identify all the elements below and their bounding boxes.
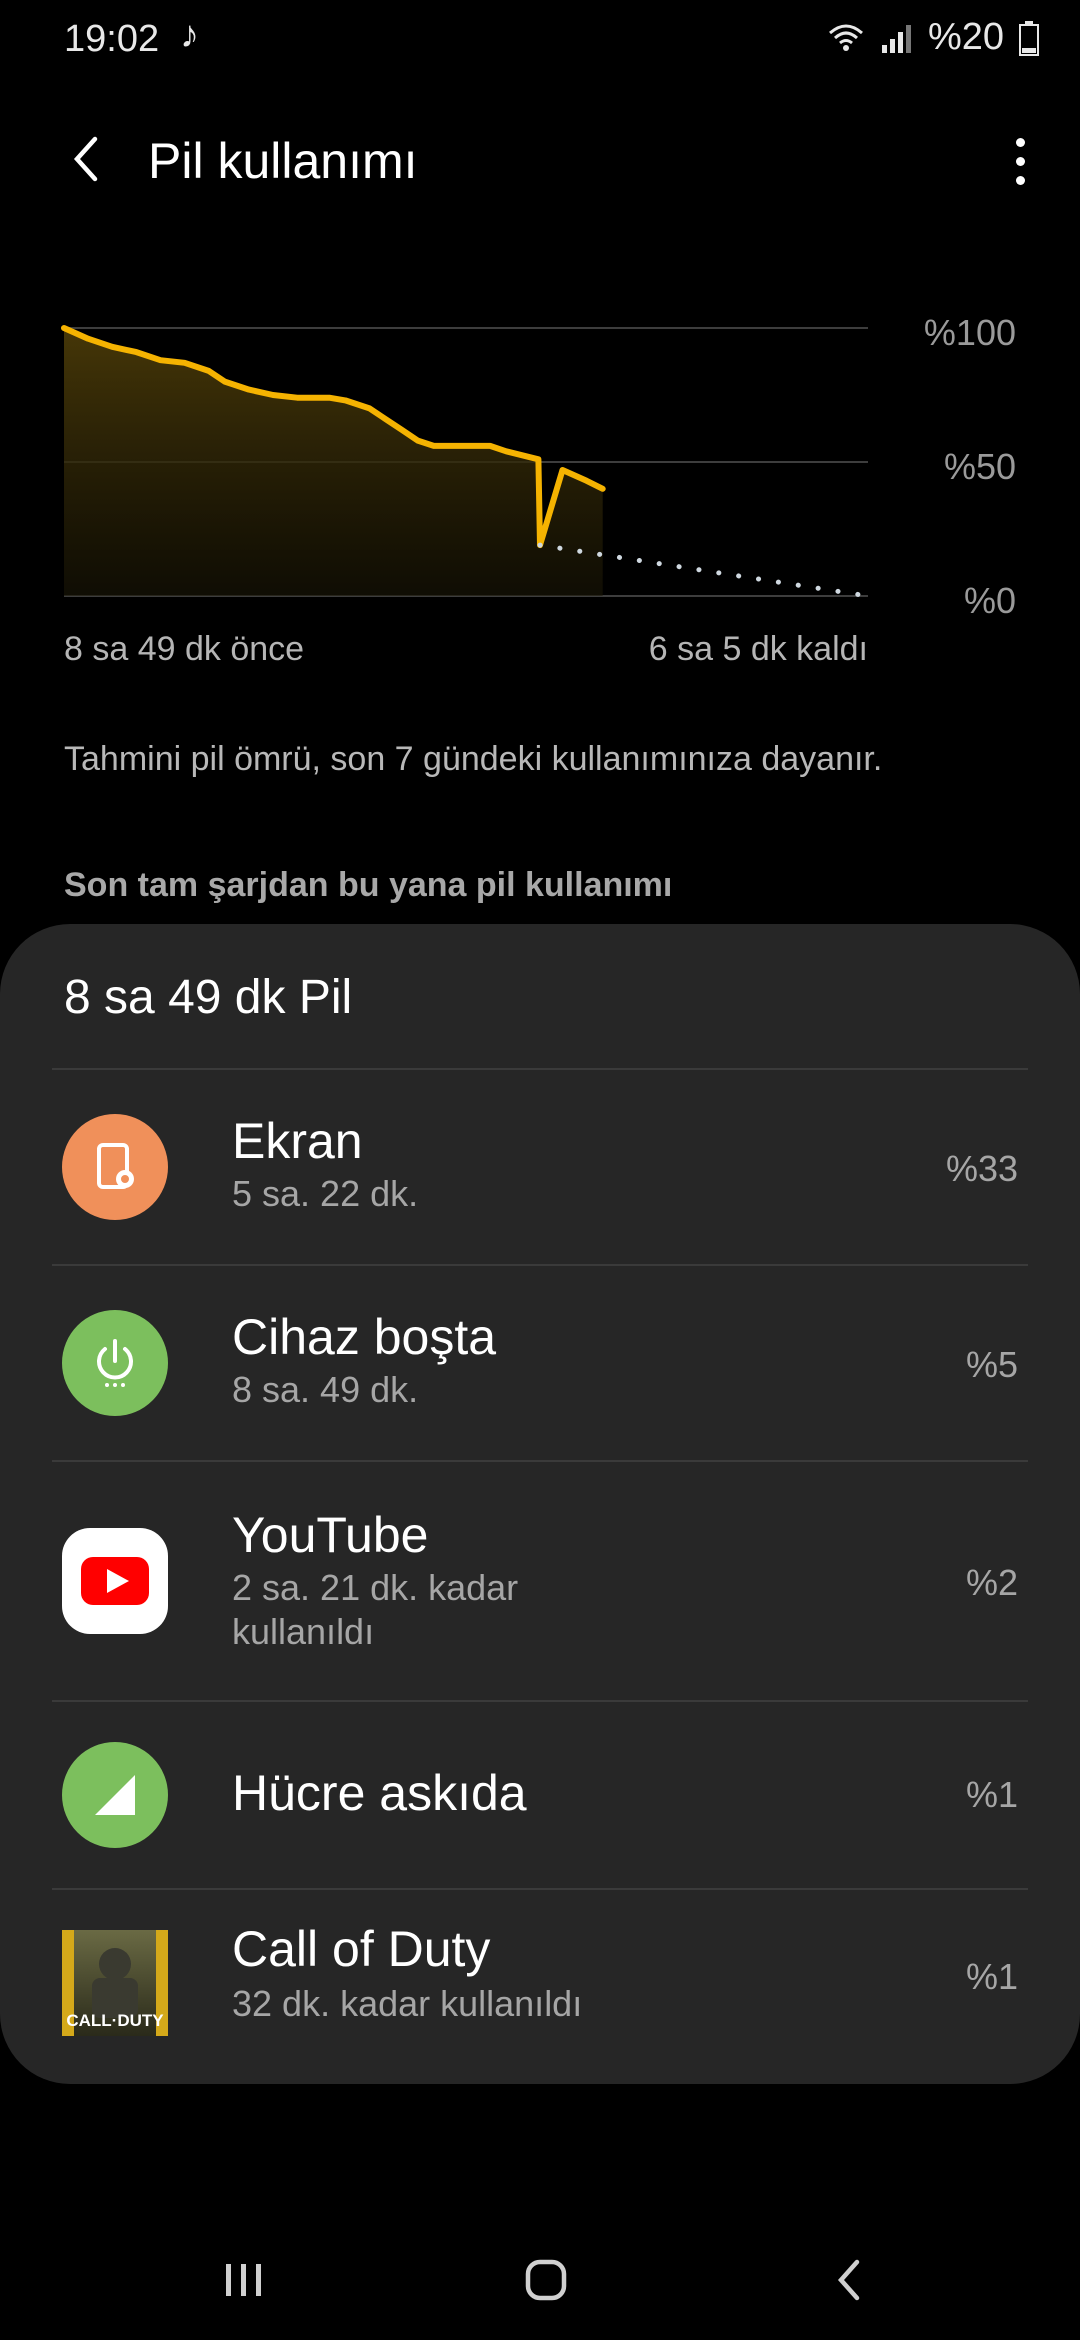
usage-row-sub: 5 sa. 22 dk. xyxy=(232,1173,419,1214)
usage-row-name: YouTube xyxy=(232,1507,429,1563)
estimate-note: Tahmini pil ömrü, son 7 gündeki kullanım… xyxy=(64,740,883,778)
x-start-label: 8 sa 49 dk önce xyxy=(64,630,305,668)
recent-apps-button[interactable] xyxy=(184,2240,304,2320)
y-tick-100: %100 xyxy=(923,312,1016,353)
call-of-duty-icon-text: CALL·DUTY xyxy=(66,2011,164,2030)
usage-row-sub: 8 sa. 49 dk. xyxy=(232,1369,419,1410)
usage-row-ekran[interactable]: Ekran 5 sa. 22 dk. %33 xyxy=(0,1070,1080,1264)
usage-row-cihaz-bosta[interactable]: Cihaz boşta 8 sa. 49 dk. %5 xyxy=(0,1266,1080,1460)
power-idle-icon xyxy=(62,1310,168,1416)
usage-row-name: Cihaz boşta xyxy=(232,1309,497,1365)
battery-chart-svg xyxy=(61,325,871,599)
more-options-button[interactable] xyxy=(998,126,1042,196)
usage-row-hucre-askida[interactable]: Hücre askıda %1 xyxy=(0,1702,1080,1888)
x-end-label: 6 sa 5 dk kaldı xyxy=(648,630,868,668)
usage-card: 8 sa 49 dk Pil Ekran 5 sa. 22 dk. %33 Ci… xyxy=(0,924,1080,2084)
youtube-icon xyxy=(62,1528,168,1634)
usage-row-percent: %33 xyxy=(945,1148,1018,1189)
back-button[interactable] xyxy=(56,124,116,194)
history-area xyxy=(64,328,603,596)
screen-brightness-icon xyxy=(62,1114,168,1220)
more-dot-icon xyxy=(1015,137,1025,147)
cell-signal-icon xyxy=(62,1742,168,1848)
usage-row-sub: 32 dk. kadar kullanıldı xyxy=(232,1983,583,2024)
y-tick-0: %0 xyxy=(963,580,1016,621)
battery-chart: %100 %50 %0 8 sa 49 dk önce 6 sa 5 dk ka… xyxy=(0,290,1080,690)
back-nav-icon xyxy=(837,2259,860,2301)
status-time: 19:02 xyxy=(64,18,160,60)
usage-row-percent: %1 xyxy=(965,1956,1018,1997)
recent-apps-icon xyxy=(226,2264,261,2296)
usage-row-call-of-duty[interactable]: CALL·DUTY Call of Duty 32 dk. kadar kull… xyxy=(0,1890,1080,2084)
usage-row-percent: %5 xyxy=(965,1344,1018,1385)
more-dot-icon xyxy=(1015,156,1025,166)
usage-row-sub: 2 sa. 21 dk. kadar kullanıldı xyxy=(232,1567,519,1652)
home-icon xyxy=(525,2259,567,2301)
usage-row-name: Ekran xyxy=(232,1113,363,1169)
usage-row-name: Call of Duty xyxy=(232,1921,491,1977)
back-nav-button[interactable] xyxy=(788,2240,908,2320)
app-bar: Pil kullanımı xyxy=(0,110,1080,210)
back-arrow-icon xyxy=(73,136,98,182)
usage-card-title: 8 sa 49 dk Pil xyxy=(64,971,353,1024)
cell-signal-icon xyxy=(881,24,911,53)
section-header: Son tam şarjdan bu yana pil kullanımı xyxy=(64,866,673,904)
more-dot-icon xyxy=(1015,175,1025,185)
wifi-icon xyxy=(828,24,863,51)
usage-row-name: Hücre askıda xyxy=(232,1765,527,1821)
usage-row-percent: %2 xyxy=(965,1562,1018,1603)
usage-row-youtube[interactable]: YouTube 2 sa. 21 dk. kadar kullanıldı %2 xyxy=(0,1462,1080,1700)
usage-row-percent: %1 xyxy=(965,1774,1018,1815)
music-note-icon: ♪ xyxy=(180,14,199,56)
home-button[interactable] xyxy=(486,2240,606,2320)
battery-percent: %20 xyxy=(927,16,1004,58)
navigation-bar xyxy=(0,2220,1080,2340)
y-tick-50: %50 xyxy=(943,446,1016,487)
status-bar: 19:02 ♪ %20 xyxy=(0,0,1080,90)
page-title: Pil kullanımı xyxy=(148,133,418,189)
call-of-duty-icon: CALL·DUTY xyxy=(62,1930,168,2036)
battery-icon xyxy=(1019,20,1039,56)
status-icons: %20 xyxy=(826,16,1040,59)
